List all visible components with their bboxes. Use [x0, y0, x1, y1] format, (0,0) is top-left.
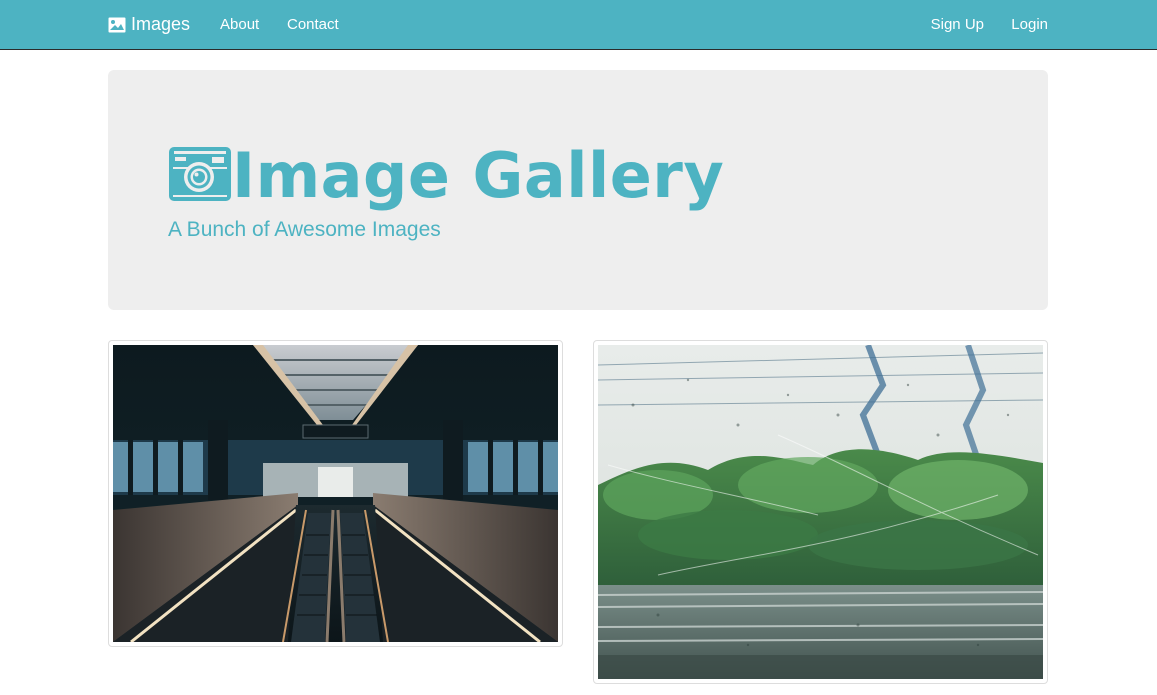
nav-about-link[interactable]: About	[220, 0, 259, 49]
station-escalator-photo	[113, 345, 558, 642]
page-title-row: Image Gallery	[168, 140, 724, 212]
gallery-thumbnail-1[interactable]	[108, 340, 563, 647]
camera-icon	[168, 146, 232, 207]
top-navbar: Images About Contact Sign Up Login	[0, 0, 1157, 50]
nav-contact-link[interactable]: Contact	[287, 0, 339, 49]
navbar-container: Images About Contact Sign Up Login	[108, 0, 1048, 49]
page-subtitle: A Bunch of Awesome Images	[168, 218, 441, 241]
brand-label: Images	[131, 14, 191, 34]
picture-icon	[108, 17, 126, 33]
gallery-thumbnail-2[interactable]	[593, 340, 1048, 684]
nav-signup-link[interactable]: Sign Up	[931, 0, 984, 49]
page-title: Image Gallery	[232, 139, 725, 212]
jumbotron: Image Gallery A Bunch of Awesome Images	[108, 70, 1048, 310]
brand-link[interactable]: Images	[108, 0, 190, 49]
nav-login-link[interactable]: Login	[1011, 0, 1048, 49]
rainy-train-window-photo	[598, 345, 1043, 679]
